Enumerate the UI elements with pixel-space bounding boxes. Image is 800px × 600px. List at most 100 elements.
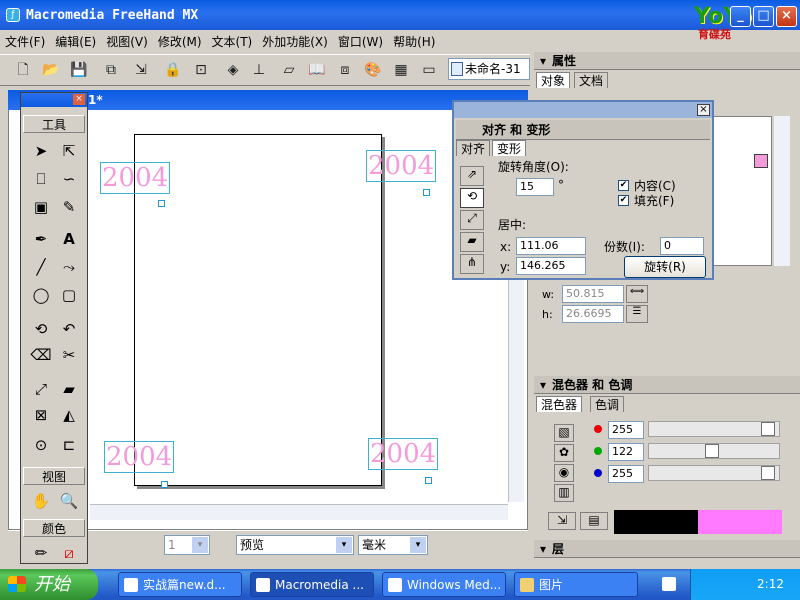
unlock-icon[interactable]: ⊡	[190, 59, 212, 81]
tab-align[interactable]: 对齐	[456, 140, 491, 156]
tab-transform[interactable]: 变形	[492, 140, 527, 156]
text-object-bottom-right[interactable]: 2004	[368, 438, 439, 470]
text-icon[interactable]: A	[57, 227, 81, 251]
center-x-input[interactable]: 111.06	[516, 237, 586, 255]
unit-select[interactable]: 毫米 ▾	[358, 535, 428, 555]
h-field[interactable]: 26.6695	[562, 305, 624, 323]
trace-icon[interactable]: ▣	[29, 195, 53, 219]
scale-transform-icon[interactable]: ⤢	[460, 210, 484, 230]
green-slider[interactable]	[648, 443, 780, 459]
menu-edit[interactable]: 编辑(E)	[50, 30, 101, 53]
open-folder-icon[interactable]: 📂	[40, 59, 62, 81]
swatch-options-icon[interactable]: ▤	[580, 512, 608, 530]
selection-handle[interactable]	[423, 189, 430, 196]
subselect-icon[interactable]: ⇱	[57, 139, 81, 163]
taskbar-item-pictures[interactable]: 图片	[514, 572, 638, 597]
w-field[interactable]: 50.815	[562, 285, 624, 303]
menu-view[interactable]: 视图(V)	[101, 30, 153, 53]
symbols-icon[interactable]: ⧈	[334, 59, 356, 81]
rotate-icon[interactable]: ⟲	[29, 317, 53, 341]
ellipse-icon[interactable]: ◯	[29, 283, 53, 307]
tab-document[interactable]: 文档	[574, 72, 609, 88]
menu-file[interactable]: 文件(F)	[0, 30, 50, 53]
group-icon[interactable]: ◈	[222, 59, 244, 81]
menu-text[interactable]: 文本(T)	[207, 30, 258, 53]
mixer-panel-header[interactable]: 混色器 和 色调	[534, 376, 800, 394]
text-object-bottom-left[interactable]: 2004	[104, 441, 175, 473]
fill-swatch[interactable]	[754, 154, 768, 168]
text-object-top-right[interactable]: 2004	[366, 150, 437, 182]
freehand-icon[interactable]: ⤳	[57, 255, 81, 279]
rotate-transform-icon[interactable]: ⟲	[460, 188, 484, 208]
keyboard-icon[interactable]	[662, 577, 676, 591]
selection-handle[interactable]	[158, 200, 165, 207]
align-text-icon[interactable]: ☰	[626, 305, 648, 323]
reflect-icon[interactable]: ↶	[57, 317, 81, 341]
scale-icon[interactable]: ⤢	[29, 377, 53, 401]
pointer-icon[interactable]: ➤	[29, 139, 53, 163]
lock-icon[interactable]: 🔒	[162, 59, 184, 81]
taskbar-item-freehand[interactable]: Macromedia ...	[250, 572, 374, 597]
stroke-color-icon[interactable]: ✏	[29, 541, 53, 565]
eraser-icon[interactable]: ⌫	[29, 343, 53, 367]
skew-icon[interactable]: ▰	[57, 377, 81, 401]
cmyk-icon[interactable]: ▧	[554, 424, 574, 442]
save-icon[interactable]: 💾	[68, 59, 90, 81]
center-y-input[interactable]: 146.265	[516, 257, 586, 275]
red-slider-thumb[interactable]	[761, 422, 775, 436]
window-icon[interactable]: ▭	[418, 59, 440, 81]
selection-handle[interactable]	[425, 477, 432, 484]
properties-panel-header[interactable]: 属性	[534, 52, 800, 70]
knife-icon[interactable]: ✂	[57, 343, 81, 367]
tab-object[interactable]: 对象	[536, 72, 571, 88]
chart-icon[interactable]: ⊠	[29, 403, 53, 427]
blue-slider-thumb[interactable]	[761, 466, 775, 480]
grid-icon[interactable]: ▦	[390, 59, 412, 81]
minimize-button[interactable]: _	[730, 6, 751, 27]
lock-proportion-icon[interactable]: ⟺	[626, 285, 648, 303]
link-icon[interactable]: ⊙	[29, 433, 53, 457]
red-input[interactable]: 255	[608, 421, 644, 439]
import-icon[interactable]: ⧉	[100, 59, 122, 81]
rgb-icon[interactable]: ✿	[554, 444, 574, 462]
horizontal-scrollbar[interactable]	[90, 504, 508, 520]
rotate-button[interactable]: 旋转(R)	[624, 256, 706, 278]
rotate-angle-input[interactable]: 15	[516, 178, 554, 196]
lasso-icon[interactable]: ∽	[57, 167, 81, 191]
align-icon[interactable]: ⊥	[248, 59, 270, 81]
fill-color-icon[interactable]: ⧄	[57, 541, 81, 565]
red-slider[interactable]	[648, 421, 780, 437]
menu-help[interactable]: 帮助(H)	[388, 30, 440, 53]
page[interactable]	[134, 134, 382, 486]
selection-handle[interactable]	[161, 481, 168, 488]
reflect-transform-icon[interactable]: ⋔	[460, 254, 484, 274]
start-button[interactable]: 开始	[0, 569, 98, 600]
connector-icon[interactable]: ⊏	[57, 433, 81, 457]
skew-transform-icon[interactable]: ▰	[460, 232, 484, 252]
add-to-swatches-icon[interactable]: ⇲	[548, 512, 576, 530]
document-selector[interactable]: 未命名-31	[448, 58, 530, 80]
close-button[interactable]: ×	[776, 6, 797, 27]
close-icon[interactable]: ×	[73, 94, 85, 105]
hand-icon[interactable]: ✋	[29, 489, 53, 513]
properties-scrollbar[interactable]	[774, 116, 790, 266]
new-file-icon[interactable]: 🗋	[12, 59, 34, 81]
close-icon[interactable]: ×	[697, 104, 710, 116]
move-transform-icon[interactable]: ⇗	[460, 166, 484, 186]
layers-panel-header[interactable]: 层	[534, 540, 800, 558]
taskbar-item-word[interactable]: 实战篇new.d...	[118, 572, 242, 597]
perspective-icon[interactable]: ◭	[57, 403, 81, 427]
green-input[interactable]: 122	[608, 443, 644, 461]
hls-icon[interactable]: ◉	[554, 464, 574, 482]
page-selector[interactable]: 1 ▾	[164, 535, 210, 555]
line-icon[interactable]: ╱	[29, 255, 53, 279]
system-color-icon[interactable]: ▥	[554, 484, 574, 502]
tab-mixer[interactable]: 混色器	[536, 396, 583, 412]
taskbar-item-media-player[interactable]: Windows Med...	[382, 572, 506, 597]
rectangle-icon[interactable]: ▢	[57, 283, 81, 307]
fill-checkbox[interactable]: ✔	[618, 195, 629, 206]
dialog-drag-bar[interactable]: ×	[454, 102, 712, 118]
contents-checkbox[interactable]: ✔	[618, 180, 629, 191]
transform-icon[interactable]: ▱	[278, 59, 300, 81]
tab-tint[interactable]: 色调	[590, 396, 625, 412]
